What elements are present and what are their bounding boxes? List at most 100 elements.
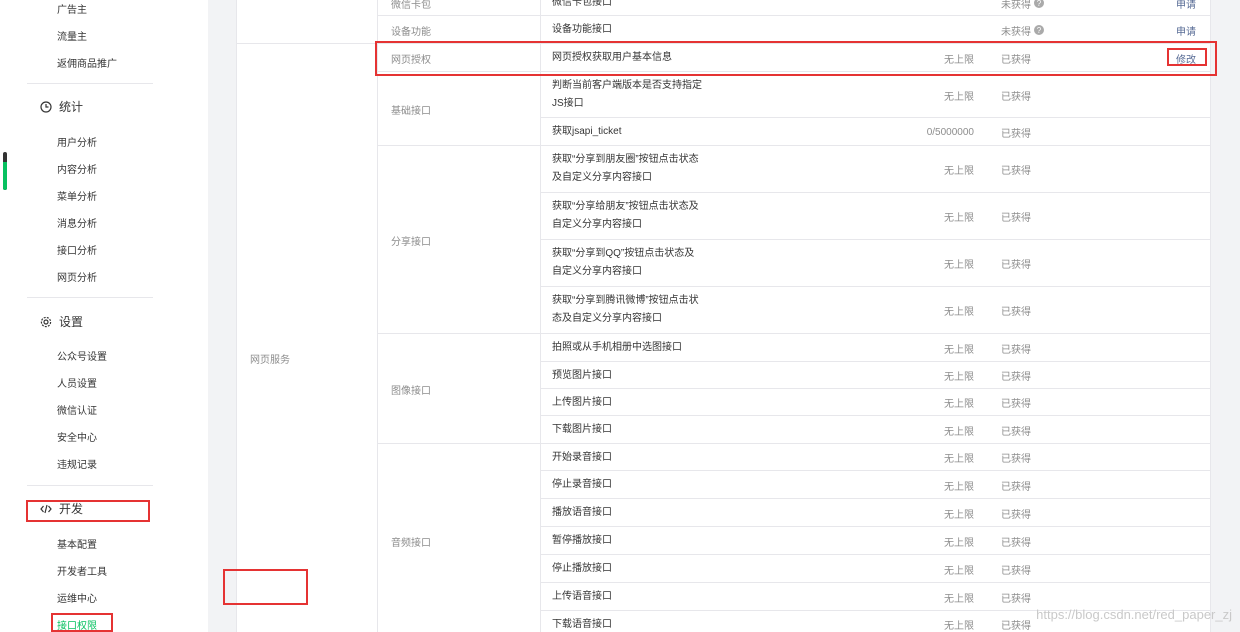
sidebar-item-publisher[interactable]: 流量主	[57, 28, 87, 43]
api-name: 判断当前客户端版本是否支持指定JS接口	[552, 80, 702, 109]
table-row	[377, 16, 1211, 44]
sidebar-divider	[27, 485, 153, 486]
sidebar-item-advertiser[interactable]: 广告主	[57, 1, 87, 16]
api-name: 开始录音接口	[552, 451, 612, 463]
daily-limit: 无上限	[944, 372, 974, 383]
api-name: 下载图片接口	[552, 424, 612, 435]
daily-limit: 无上限	[944, 454, 974, 465]
daily-limit: 无上限	[944, 91, 974, 103]
sidebar-item-wechat-verify[interactable]: 微信认证	[57, 402, 97, 417]
watermark: https://blog.csdn.net/red_paper_zj	[1036, 607, 1232, 622]
group-name: 基础接口	[391, 105, 431, 117]
daily-limit: 无上限	[944, 481, 974, 493]
status: 已获得	[1001, 537, 1031, 549]
status: 已获得	[1001, 166, 1031, 177]
sidebar-item-dev-tools[interactable]: 开发者工具	[57, 563, 107, 578]
category-cell-web-service: 网页服务	[236, 44, 377, 632]
highlight-box	[26, 500, 150, 522]
highlight-box	[51, 613, 113, 632]
api-name: 拍照或从手机相册中选图接口	[552, 342, 682, 353]
sidebar-item-message-analysis[interactable]: 消息分析	[57, 215, 97, 230]
highlight-box	[223, 569, 308, 605]
status: 已获得	[1001, 565, 1031, 577]
sidebar-item-api-analysis[interactable]: 接口分析	[57, 242, 97, 257]
sidebar-section-title: 统计	[59, 100, 84, 114]
api-name: 暂停播放接口	[552, 535, 612, 546]
sidebar-item-content-analysis[interactable]: 内容分析	[57, 161, 97, 176]
api-name: 微信卡包接口	[552, 0, 612, 8]
status: 已获得	[1001, 213, 1031, 224]
highlight-box	[1167, 48, 1207, 66]
sidebar-item-staff-settings[interactable]: 人员设置	[57, 375, 97, 390]
status: 已获得	[1001, 481, 1031, 493]
table-row	[377, 0, 1211, 16]
sidebar-section-stats[interactable]: 统计	[40, 98, 83, 115]
status: 已获得	[1001, 344, 1031, 356]
sidebar-scrollbar[interactable]	[3, 152, 7, 190]
apply-link[interactable]: 申请	[1166, 16, 1206, 44]
clock-icon	[40, 100, 52, 113]
sidebar-item-commission[interactable]: 返佣商品推广	[57, 55, 117, 70]
group-name: 音频接口	[391, 537, 431, 549]
sidebar: 广告主 流量主 返佣商品推广 统计 用户分析 内容分析 菜单分析 消息分析 接口…	[0, 0, 208, 632]
status: 已获得	[1001, 509, 1031, 521]
group-name: 分享接口	[391, 236, 431, 248]
sidebar-item-basic-config[interactable]: 基本配置	[57, 536, 97, 551]
status: 已获得	[1001, 593, 1031, 605]
status: 已获得	[1001, 91, 1031, 103]
daily-limit: 无上限	[944, 565, 974, 577]
daily-limit: 无上限	[944, 166, 974, 177]
apply-link[interactable]: 申请	[1166, 0, 1206, 11]
daily-limit: 0/5000000	[926, 126, 974, 138]
question-icon[interactable]: ?	[1034, 25, 1044, 35]
status: 已获得	[1001, 128, 1031, 140]
api-name: 设备功能接口	[552, 24, 612, 35]
sidebar-item-account-settings[interactable]: 公众号设置	[57, 348, 107, 363]
status: 已获得	[1001, 260, 1031, 271]
sidebar-section-title: 设置	[59, 315, 84, 329]
api-name: 停止播放接口	[552, 563, 612, 574]
daily-limit: 无上限	[944, 260, 974, 271]
api-name: 播放语音接口	[552, 507, 612, 518]
daily-limit: 无上限	[944, 344, 974, 356]
api-name: 上传图片接口	[552, 396, 612, 408]
daily-limit: 无上限	[944, 426, 974, 438]
status: 未获得?	[1001, 0, 1044, 11]
status: 已获得	[1001, 372, 1031, 383]
api-name: 获取“分享到朋友圈”按钮点击状态及自定义分享内容接口	[552, 154, 699, 183]
sidebar-section-settings[interactable]: 设置	[40, 313, 83, 330]
api-name: 停止录音接口	[552, 479, 612, 490]
sidebar-item-security-center[interactable]: 安全中心	[57, 429, 97, 444]
category-label: 网页服务	[250, 354, 290, 366]
group-name: 微信卡包	[391, 0, 431, 11]
highlight-box	[375, 41, 1217, 76]
daily-limit: 无上限	[944, 213, 974, 224]
sidebar-item-ops-center[interactable]: 运维中心	[57, 590, 97, 605]
sidebar-item-violation-records[interactable]: 违规记录	[57, 456, 97, 471]
api-name: 获取“分享到腾讯微博”按钮点击状态及自定义分享内容接口	[552, 295, 699, 324]
group-name: 图像接口	[391, 385, 431, 397]
status: 已获得	[1001, 399, 1031, 410]
daily-limit: 无上限	[944, 621, 974, 632]
sidebar-item-menu-analysis[interactable]: 菜单分析	[57, 188, 97, 203]
question-icon[interactable]: ?	[1034, 0, 1044, 8]
status: 已获得	[1001, 621, 1031, 632]
sidebar-item-user-analysis[interactable]: 用户分析	[57, 134, 97, 149]
daily-limit: 无上限	[944, 399, 974, 410]
api-name: 获取jsapi_ticket	[552, 126, 622, 137]
group-name: 设备功能	[391, 26, 431, 38]
status: 已获得	[1001, 454, 1031, 465]
status: 已获得	[1001, 426, 1031, 438]
api-name: 预览图片接口	[552, 369, 612, 381]
daily-limit: 无上限	[944, 509, 974, 521]
category-cell	[236, 0, 377, 44]
api-name: 上传语音接口	[552, 591, 612, 602]
sidebar-divider	[27, 297, 153, 298]
api-name: 获取“分享给朋友”按钮点击状态及自定义分享内容接口	[552, 201, 699, 230]
sidebar-divider	[27, 83, 153, 84]
status: 未获得?	[1001, 16, 1044, 44]
daily-limit: 无上限	[944, 593, 974, 605]
sidebar-item-web-analysis[interactable]: 网页分析	[57, 269, 97, 284]
api-name: 获取“分享到QQ”按钮点击状态及自定义分享内容接口	[552, 248, 695, 277]
daily-limit: 无上限	[944, 537, 974, 549]
